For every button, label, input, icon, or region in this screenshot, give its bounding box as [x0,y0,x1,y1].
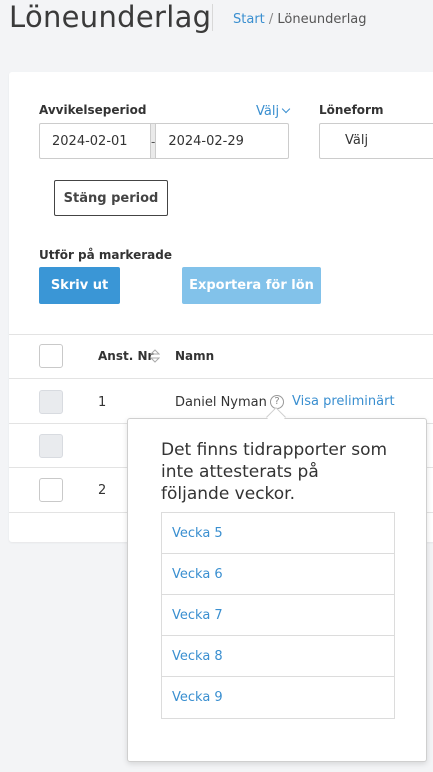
print-button[interactable]: Skriv ut [39,267,120,304]
bulk-actions-label: Utför på markerade [39,248,172,262]
close-period-button[interactable]: Stäng period [54,180,168,216]
period-label: Avvikelseperiod [39,103,147,117]
valj-period-link[interactable]: Välj [256,104,291,119]
loneform-select[interactable]: Välj [319,123,433,159]
week-link[interactable]: Vecka 7 [162,595,394,636]
row-checkbox[interactable] [39,434,63,458]
row-anst-nr: 1 [98,395,107,410]
column-header-namn: Namn [175,349,215,363]
breadcrumb-separator: / [264,12,278,27]
sort-icon[interactable] [150,349,160,363]
page-title: Löneunderlag [9,0,212,34]
breadcrumb: Start / Löneunderlag [233,12,367,27]
week-link[interactable]: Vecka 8 [162,636,394,677]
question-circle-icon[interactable]: ? [270,395,284,409]
week-link[interactable]: Vecka 9 [162,677,394,718]
valj-link-label: Välj [256,104,280,119]
date-to-input[interactable] [156,124,339,158]
header-divider [212,4,213,31]
visa-preliminart-link[interactable]: Visa preliminärt [292,394,395,409]
table-top-divider [9,334,433,335]
export-button[interactable]: Exportera för lön [182,267,321,304]
page-header: Löneunderlag Start / Löneunderlag [0,0,433,44]
column-header-anst-nr[interactable]: Anst. Nr [98,349,153,363]
row-checkbox[interactable] [39,478,63,502]
table-header-divider [9,378,433,379]
chevron-down-icon [281,104,291,114]
loneform-label: Löneform [319,103,384,117]
week-link[interactable]: Vecka 6 [162,554,394,595]
breadcrumb-current: Löneunderlag [277,12,367,27]
row-namn: Daniel Nyman [175,395,267,410]
date-from-input[interactable] [40,124,150,158]
date-range-field: - [39,123,339,159]
select-all-checkbox[interactable] [39,344,63,368]
breadcrumb-start-link[interactable]: Start [233,12,265,27]
week-link[interactable]: Vecka 5 [162,513,394,554]
popover-message: Det finns tidrapporter som inte attester… [161,440,388,504]
row-checkbox[interactable] [39,390,63,414]
unattested-weeks-popover: Det finns tidrapporter som inte attester… [127,418,427,762]
row-anst-nr: 2 [98,483,107,498]
week-list: Vecka 5 Vecka 6 Vecka 7 Vecka 8 Vecka 9 [161,512,395,719]
